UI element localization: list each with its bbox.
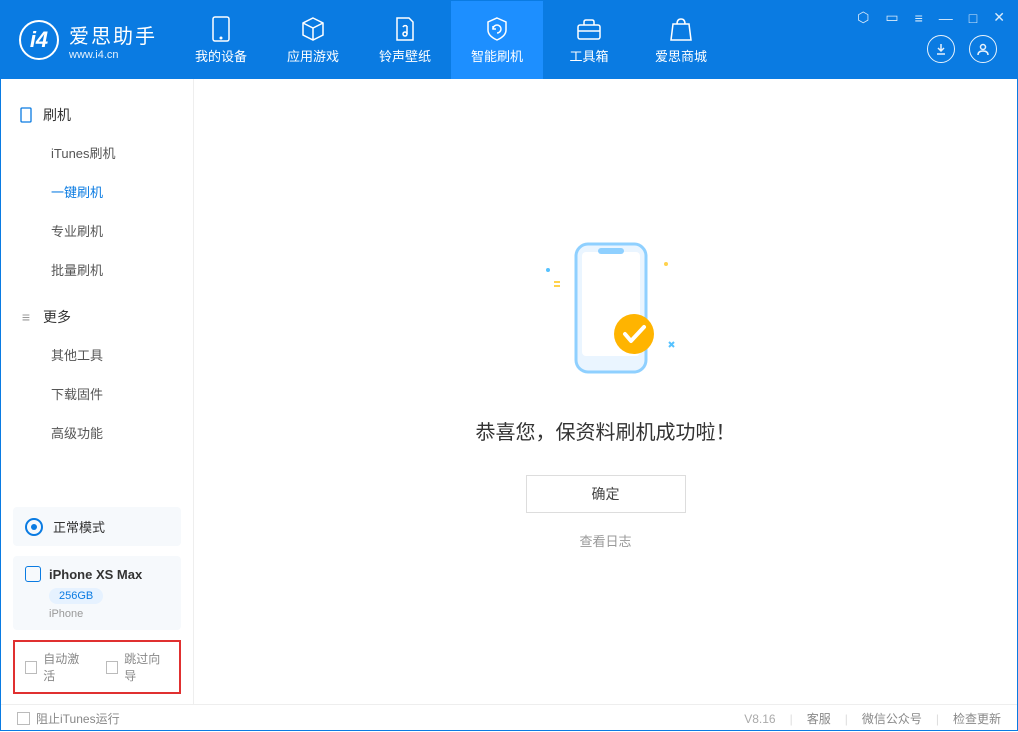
- nav-label: 应用游戏: [287, 46, 339, 65]
- sidebar-head-more: ≡ 更多: [1, 299, 193, 335]
- phone-icon: [208, 16, 234, 42]
- checkbox-icon: [106, 661, 118, 674]
- ok-button[interactable]: 确定: [526, 475, 686, 513]
- nav-label: 智能刷机: [471, 46, 523, 65]
- user-button[interactable]: [969, 35, 997, 63]
- separator: |: [790, 712, 793, 726]
- footer-right: V8.16 | 客服 | 微信公众号 | 检查更新: [744, 710, 1001, 727]
- sidebar-section-title: 刷机: [43, 105, 71, 125]
- bag-icon: [668, 16, 694, 42]
- minimize-button[interactable]: —: [939, 10, 953, 26]
- sidebar-item-oneclick[interactable]: 一键刷机: [1, 172, 193, 211]
- sidebar-section-more: ≡ 更多 其他工具 下载固件 高级功能: [1, 299, 193, 452]
- device-icon: [19, 108, 33, 122]
- nav-my-device[interactable]: 我的设备: [175, 1, 267, 79]
- shirt-icon[interactable]: ⬡: [857, 9, 869, 26]
- cube-icon: [300, 16, 326, 42]
- logo-icon: i4: [19, 20, 59, 60]
- footer: 阻止iTunes运行 V8.16 | 客服 | 微信公众号 | 检查更新: [1, 704, 1017, 732]
- main-content: 恭喜您，保资料刷机成功啦！ 确定 查看日志: [194, 79, 1017, 704]
- checkbox-label: 阻止iTunes运行: [36, 710, 120, 727]
- support-link[interactable]: 客服: [807, 710, 831, 727]
- sidebar-item-firmware[interactable]: 下载固件: [1, 374, 193, 413]
- checkbox-icon: [25, 661, 37, 674]
- menu-icon[interactable]: ≡: [915, 10, 923, 26]
- close-button[interactable]: ✕: [993, 9, 1005, 26]
- mode-icon: [25, 518, 43, 536]
- device-name: iPhone XS Max: [49, 567, 142, 582]
- sidebar-item-advanced[interactable]: 高级功能: [1, 413, 193, 452]
- mode-label: 正常模式: [53, 517, 105, 536]
- nav-store[interactable]: 爱思商城: [635, 1, 727, 79]
- checkbox-label: 跳过向导: [124, 650, 169, 684]
- sidebar-bottom: 正常模式 iPhone XS Max 256GB iPhone 自动激活 跳过向…: [1, 507, 193, 704]
- checkbox-block-itunes[interactable]: 阻止iTunes运行: [17, 710, 120, 727]
- version-label: V8.16: [744, 712, 775, 726]
- shield-refresh-icon: [484, 16, 510, 42]
- nav-label: 铃声壁纸: [379, 46, 431, 65]
- checkbox-icon: [17, 712, 30, 725]
- nav-flash[interactable]: 智能刷机: [451, 1, 543, 79]
- app-title: 爱思助手: [69, 20, 157, 49]
- wechat-link[interactable]: 微信公众号: [862, 710, 922, 727]
- checkbox-auto-activate[interactable]: 自动激活: [25, 650, 88, 684]
- nav-apps[interactable]: 应用游戏: [267, 1, 359, 79]
- list-icon: ≡: [19, 310, 33, 324]
- sidebar-section-flash: 刷机 iTunes刷机 一键刷机 专业刷机 批量刷机: [1, 97, 193, 289]
- sidebar: 刷机 iTunes刷机 一键刷机 专业刷机 批量刷机 ≡ 更多 其他工具 下载固…: [1, 79, 194, 704]
- download-button[interactable]: [927, 35, 955, 63]
- sidebar-section-title: 更多: [43, 307, 71, 327]
- separator: |: [936, 712, 939, 726]
- body: 刷机 iTunes刷机 一键刷机 专业刷机 批量刷机 ≡ 更多 其他工具 下载固…: [1, 79, 1017, 704]
- header-right: [927, 35, 997, 63]
- sidebar-item-itunes[interactable]: iTunes刷机: [1, 133, 193, 172]
- separator: |: [845, 712, 848, 726]
- maximize-button[interactable]: □: [969, 10, 977, 26]
- update-link[interactable]: 检查更新: [953, 710, 1001, 727]
- music-file-icon: [392, 16, 418, 42]
- nav-tabs: 我的设备 应用游戏 铃声壁纸 智能刷机 工具箱 爱思商城: [175, 1, 727, 79]
- toolbox-icon: [576, 16, 602, 42]
- sidebar-item-pro[interactable]: 专业刷机: [1, 211, 193, 250]
- logo-area: i4 爱思助手 www.i4.cn: [1, 1, 175, 79]
- sidebar-head-flash: 刷机: [1, 97, 193, 133]
- device-card[interactable]: iPhone XS Max 256GB iPhone: [13, 556, 181, 630]
- sidebar-item-othertools[interactable]: 其他工具: [1, 335, 193, 374]
- checkbox-row: 自动激活 跳过向导: [13, 640, 181, 694]
- success-illustration: [526, 234, 686, 384]
- app-header: i4 爱思助手 www.i4.cn 我的设备 应用游戏 铃声壁纸 智能刷机 工具…: [1, 1, 1017, 79]
- checkbox-label: 自动激活: [43, 650, 88, 684]
- footer-left: 阻止iTunes运行: [17, 710, 120, 727]
- view-log-link[interactable]: 查看日志: [579, 531, 631, 550]
- nav-toolbox[interactable]: 工具箱: [543, 1, 635, 79]
- nav-ringtones[interactable]: 铃声壁纸: [359, 1, 451, 79]
- checkbox-skip-guide[interactable]: 跳过向导: [106, 650, 169, 684]
- app-subtitle: www.i4.cn: [69, 49, 157, 61]
- success-message: 恭喜您，保资料刷机成功啦！: [476, 416, 736, 445]
- nav-label: 我的设备: [195, 46, 247, 65]
- nav-label: 爱思商城: [655, 46, 707, 65]
- sidebar-item-batch[interactable]: 批量刷机: [1, 250, 193, 289]
- window-controls: ⬡ ▭ ≡ — □ ✕: [857, 9, 1005, 26]
- mode-card[interactable]: 正常模式: [13, 507, 181, 546]
- lock-icon[interactable]: ▭: [885, 9, 898, 26]
- device-capacity: 256GB: [49, 588, 103, 604]
- logo-text: 爱思助手 www.i4.cn: [69, 20, 157, 61]
- device-line: iPhone XS Max: [25, 566, 169, 582]
- nav-label: 工具箱: [569, 46, 608, 65]
- device-type: iPhone: [49, 608, 169, 620]
- device-small-icon: [25, 566, 41, 582]
